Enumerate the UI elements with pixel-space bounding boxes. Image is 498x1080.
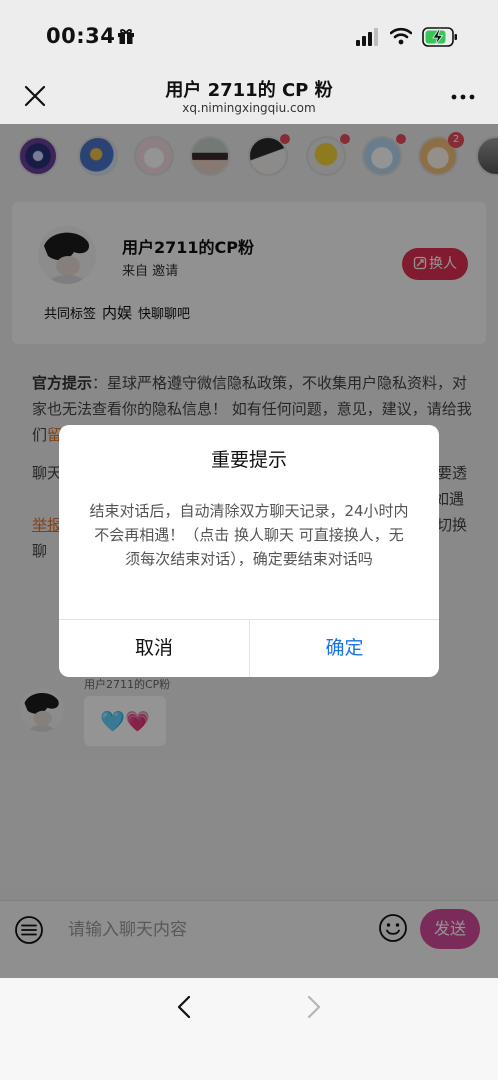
status-bar: 00:34: [0, 0, 498, 70]
confirm-button[interactable]: 确定: [250, 620, 439, 677]
dialog-message: 结束对话后，自动清除双方聊天记录，24小时内不会再相遇！（点击 换人聊天 可直接…: [89, 502, 409, 568]
signal-icon: [356, 28, 378, 46]
dialog-title: 重要提示: [210, 449, 287, 471]
back-icon[interactable]: [174, 994, 196, 1020]
nav-bar: 用户 2711的 CP 粉 xq.nimingxingqiu.com: [0, 70, 498, 124]
forward-icon[interactable]: [302, 994, 324, 1020]
more-icon[interactable]: [450, 84, 476, 110]
page-domain: xq.nimingxingqiu.com: [182, 101, 316, 115]
gift-icon: [118, 29, 134, 44]
status-time: 00:34: [46, 24, 116, 48]
page-title: 用户 2711的 CP 粉: [165, 80, 333, 101]
cancel-button[interactable]: 取消: [59, 620, 249, 677]
battery-charging-icon: [422, 27, 457, 47]
browser-toolbar: [0, 978, 498, 1080]
confirm-dialog: 重要提示 结束对话后，自动清除双方聊天记录，24小时内不会再相遇！（点击 换人聊…: [59, 425, 439, 677]
wifi-icon: [390, 27, 412, 45]
